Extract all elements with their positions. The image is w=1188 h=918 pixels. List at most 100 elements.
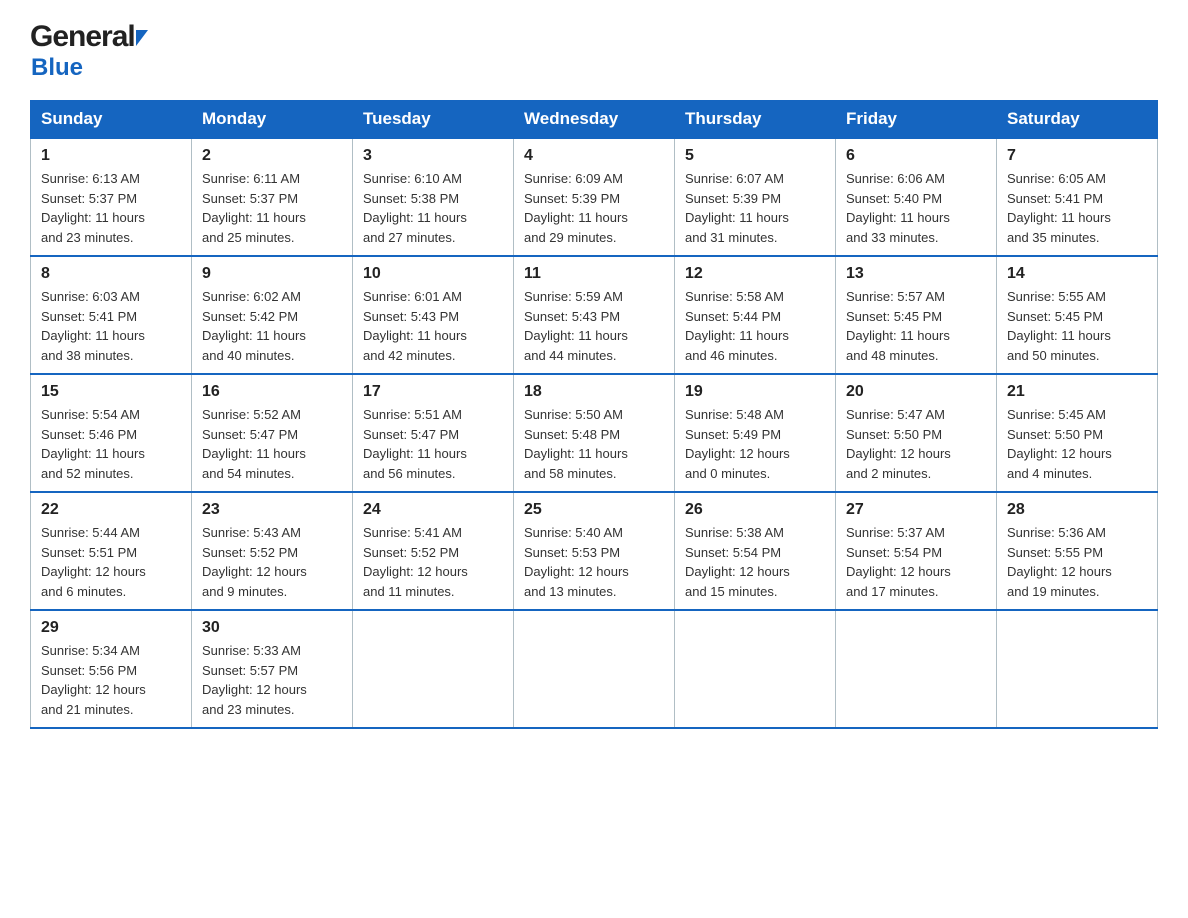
calendar-cell: 7 Sunrise: 6:05 AMSunset: 5:41 PMDaylight… [997,138,1158,256]
day-info: Sunrise: 6:05 AMSunset: 5:41 PMDaylight:… [1007,169,1147,247]
day-info: Sunrise: 6:13 AMSunset: 5:37 PMDaylight:… [41,169,181,247]
weekday-header-row: SundayMondayTuesdayWednesdayThursdayFrid… [31,101,1158,139]
calendar-cell: 15 Sunrise: 5:54 AMSunset: 5:46 PMDayligh… [31,374,192,492]
calendar-cell: 20Sunrise: 5:47 AMSunset: 5:50 PMDayligh… [836,374,997,492]
day-number: 21 [1007,383,1147,401]
calendar-cell: 22 Sunrise: 5:44 AMSunset: 5:51 PMDayligh… [31,492,192,610]
day-number: 19 [685,383,825,401]
calendar-cell: 2Sunrise: 6:11 AMSunset: 5:37 PMDaylight… [192,138,353,256]
calendar-cell [353,610,514,728]
calendar-cell: 25 Sunrise: 5:40 AMSunset: 5:53 PMDayligh… [514,492,675,610]
day-number: 17 [363,383,503,401]
calendar-cell: 21 Sunrise: 5:45 AMSunset: 5:50 PMDayligh… [997,374,1158,492]
day-number: 12 [685,265,825,283]
day-number: 9 [202,265,342,283]
calendar-cell: 8Sunrise: 6:03 AMSunset: 5:41 PMDaylight… [31,256,192,374]
day-info: Sunrise: 6:01 AMSunset: 5:43 PMDaylight:… [363,287,503,365]
calendar-cell: 23 Sunrise: 5:43 AMSunset: 5:52 PMDayligh… [192,492,353,610]
calendar-cell: 12 Sunrise: 5:58 AMSunset: 5:44 PMDayligh… [675,256,836,374]
day-info: Sunrise: 5:40 AMSunset: 5:53 PMDaylight:… [524,523,664,601]
day-info: Sunrise: 5:34 AMSunset: 5:56 PMDaylight:… [41,641,181,719]
calendar-cell: 9 Sunrise: 6:02 AMSunset: 5:42 PMDaylight… [192,256,353,374]
day-number: 10 [363,265,503,283]
calendar-cell: 29 Sunrise: 5:34 AMSunset: 5:56 PMDayligh… [31,610,192,728]
calendar-week-4: 22 Sunrise: 5:44 AMSunset: 5:51 PMDayligh… [31,492,1158,610]
calendar-cell: 18 Sunrise: 5:50 AMSunset: 5:48 PMDayligh… [514,374,675,492]
calendar-cell: 16 Sunrise: 5:52 AMSunset: 5:47 PMDayligh… [192,374,353,492]
weekday-header-saturday: Saturday [997,101,1158,139]
calendar-week-5: 29 Sunrise: 5:34 AMSunset: 5:56 PMDayligh… [31,610,1158,728]
calendar-cell [997,610,1158,728]
day-number: 3 [363,147,503,165]
day-number: 8 [41,265,181,283]
logo-general-text: General [30,20,135,54]
day-info: Sunrise: 5:58 AMSunset: 5:44 PMDaylight:… [685,287,825,365]
day-info: Sunrise: 5:38 AMSunset: 5:54 PMDaylight:… [685,523,825,601]
calendar-cell: 24 Sunrise: 5:41 AMSunset: 5:52 PMDayligh… [353,492,514,610]
calendar-cell [836,610,997,728]
day-number: 6 [846,147,986,165]
day-number: 27 [846,501,986,519]
page-header: General Blue [30,20,1158,82]
day-info: Sunrise: 5:44 AMSunset: 5:51 PMDaylight:… [41,523,181,601]
calendar-cell: 13 Sunrise: 5:57 AMSunset: 5:45 PMDayligh… [836,256,997,374]
day-number: 11 [524,265,664,283]
day-info: Sunrise: 5:33 AMSunset: 5:57 PMDaylight:… [202,641,342,719]
logo: General Blue [30,20,148,82]
calendar-week-3: 15 Sunrise: 5:54 AMSunset: 5:46 PMDayligh… [31,374,1158,492]
day-number: 16 [202,383,342,401]
calendar-cell: 17Sunrise: 5:51 AMSunset: 5:47 PMDayligh… [353,374,514,492]
calendar-week-1: 1 Sunrise: 6:13 AMSunset: 5:37 PMDaylight… [31,138,1158,256]
day-number: 15 [41,383,181,401]
day-number: 30 [202,619,342,637]
day-info: Sunrise: 5:45 AMSunset: 5:50 PMDaylight:… [1007,405,1147,483]
day-info: Sunrise: 5:59 AMSunset: 5:43 PMDaylight:… [524,287,664,365]
day-number: 20 [846,383,986,401]
day-number: 23 [202,501,342,519]
day-number: 22 [41,501,181,519]
calendar-cell: 11 Sunrise: 5:59 AMSunset: 5:43 PMDayligh… [514,256,675,374]
day-number: 24 [363,501,503,519]
day-info: Sunrise: 5:48 AMSunset: 5:49 PMDaylight:… [685,405,825,483]
calendar-cell [514,610,675,728]
day-number: 29 [41,619,181,637]
day-info: Sunrise: 6:02 AMSunset: 5:42 PMDaylight:… [202,287,342,365]
logo-arrow-icon [136,30,148,46]
day-number: 25 [524,501,664,519]
weekday-header-wednesday: Wednesday [514,101,675,139]
weekday-header-sunday: Sunday [31,101,192,139]
day-number: 7 [1007,147,1147,165]
calendar-cell: 26 Sunrise: 5:38 AMSunset: 5:54 PMDayligh… [675,492,836,610]
day-number: 1 [41,147,181,165]
calendar-cell: 28Sunrise: 5:36 AMSunset: 5:55 PMDayligh… [997,492,1158,610]
day-info: Sunrise: 5:55 AMSunset: 5:45 PMDaylight:… [1007,287,1147,365]
weekday-header-monday: Monday [192,101,353,139]
calendar-week-2: 8Sunrise: 6:03 AMSunset: 5:41 PMDaylight… [31,256,1158,374]
day-info: Sunrise: 6:06 AMSunset: 5:40 PMDaylight:… [846,169,986,247]
weekday-header-tuesday: Tuesday [353,101,514,139]
day-number: 2 [202,147,342,165]
day-info: Sunrise: 5:41 AMSunset: 5:52 PMDaylight:… [363,523,503,601]
calendar-cell [675,610,836,728]
day-info: Sunrise: 5:57 AMSunset: 5:45 PMDaylight:… [846,287,986,365]
logo-general: General [30,20,148,54]
day-info: Sunrise: 5:50 AMSunset: 5:48 PMDaylight:… [524,405,664,483]
calendar-cell: 3 Sunrise: 6:10 AMSunset: 5:38 PMDaylight… [353,138,514,256]
day-number: 18 [524,383,664,401]
weekday-header-friday: Friday [836,101,997,139]
calendar-cell: 27 Sunrise: 5:37 AMSunset: 5:54 PMDayligh… [836,492,997,610]
day-info: Sunrise: 5:54 AMSunset: 5:46 PMDaylight:… [41,405,181,483]
day-info: Sunrise: 6:10 AMSunset: 5:38 PMDaylight:… [363,169,503,247]
calendar-cell: 1 Sunrise: 6:13 AMSunset: 5:37 PMDaylight… [31,138,192,256]
day-number: 5 [685,147,825,165]
day-info: Sunrise: 5:52 AMSunset: 5:47 PMDaylight:… [202,405,342,483]
calendar-cell: 30 Sunrise: 5:33 AMSunset: 5:57 PMDayligh… [192,610,353,728]
calendar-cell: 14 Sunrise: 5:55 AMSunset: 5:45 PMDayligh… [997,256,1158,374]
day-number: 13 [846,265,986,283]
calendar-cell: 4Sunrise: 6:09 AMSunset: 5:39 PMDaylight… [514,138,675,256]
day-info: Sunrise: 5:43 AMSunset: 5:52 PMDaylight:… [202,523,342,601]
calendar-cell: 6 Sunrise: 6:06 AMSunset: 5:40 PMDaylight… [836,138,997,256]
day-number: 14 [1007,265,1147,283]
day-number: 26 [685,501,825,519]
day-info: Sunrise: 5:37 AMSunset: 5:54 PMDaylight:… [846,523,986,601]
